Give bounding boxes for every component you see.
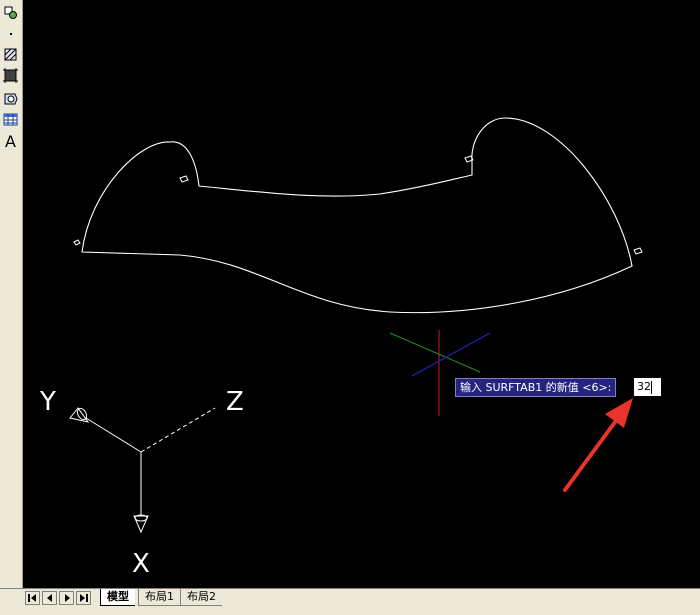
dynamic-input-value: 32 bbox=[637, 380, 651, 393]
ucs-y-label: Y bbox=[39, 387, 56, 417]
last-tab-button[interactable] bbox=[76, 591, 91, 605]
draw-toolbar: A bbox=[0, 0, 23, 588]
profile-curve bbox=[81, 117, 633, 314]
grip-marker bbox=[633, 247, 643, 255]
prev-tab-icon bbox=[46, 594, 52, 602]
multiline-text-label: A bbox=[5, 132, 16, 151]
tab-layout1[interactable]: 布局1 bbox=[138, 589, 180, 606]
crosshair-cursor bbox=[389, 330, 491, 416]
drawing-canvas[interactable]: X Y Z bbox=[23, 0, 700, 588]
text-caret bbox=[651, 381, 652, 394]
tab-layout2[interactable]: 布局2 bbox=[180, 589, 222, 606]
insert-block-icon[interactable] bbox=[2, 4, 19, 21]
first-tab-icon bbox=[28, 594, 36, 602]
tab-model[interactable]: 模型 bbox=[100, 589, 135, 606]
dynamic-input-prompt: 输入 SURFTAB1 的新值 <6>: bbox=[455, 378, 617, 397]
annotation-arrow bbox=[563, 398, 633, 492]
ucs-z-label: Z bbox=[226, 387, 244, 417]
layout-tab-bar: 模型 布局1 布局2 bbox=[0, 588, 700, 615]
table-icon[interactable] bbox=[2, 111, 19, 128]
ucs-icon: X Y Z bbox=[39, 387, 244, 579]
ucs-x-label: X bbox=[132, 549, 150, 579]
gradient-icon[interactable] bbox=[2, 67, 19, 84]
next-tab-icon bbox=[64, 594, 70, 602]
point-icon[interactable] bbox=[2, 25, 19, 42]
last-tab-icon bbox=[80, 594, 88, 602]
region-icon[interactable] bbox=[2, 90, 19, 107]
multiline-text-icon[interactable]: A bbox=[2, 133, 19, 150]
first-tab-button[interactable] bbox=[25, 591, 40, 605]
next-tab-button[interactable] bbox=[59, 591, 74, 605]
prev-tab-button[interactable] bbox=[42, 591, 57, 605]
grip-marker bbox=[73, 239, 81, 246]
dynamic-input-field[interactable]: 32 bbox=[633, 377, 662, 397]
grip-marker bbox=[179, 175, 189, 183]
hatch-icon[interactable] bbox=[2, 46, 19, 63]
